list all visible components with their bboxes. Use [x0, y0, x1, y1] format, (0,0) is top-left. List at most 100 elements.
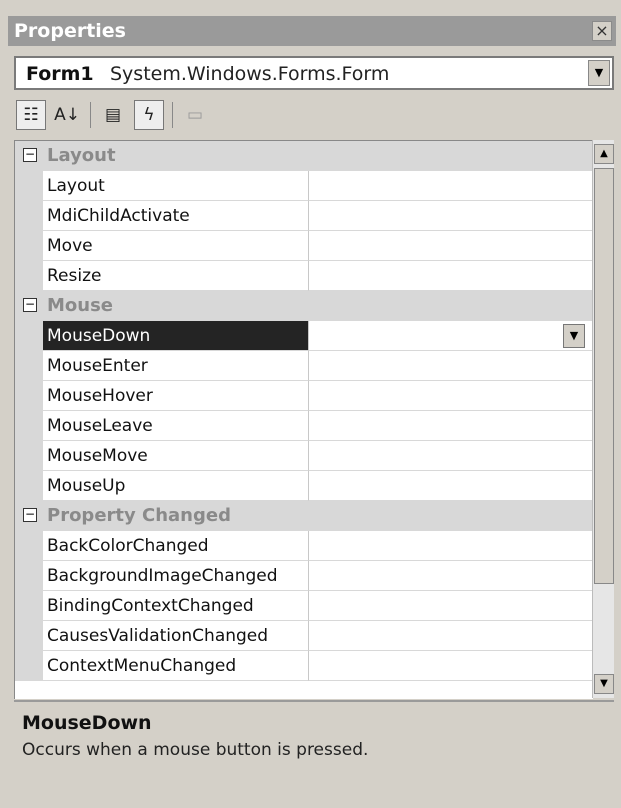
description-text: Occurs when a mouse button is pressed.	[22, 740, 369, 760]
event-row[interactable]: Resize	[15, 261, 593, 291]
object-selector[interactable]: Form1 System.Windows.Forms.Form ▼	[14, 56, 614, 90]
collapse-icon[interactable]: −	[23, 148, 37, 162]
event-name: BackgroundImageChanged	[47, 566, 278, 586]
event-name-cell[interactable]: Resize	[43, 261, 309, 291]
description-pane: MouseDown Occurs when a mouse button is …	[14, 700, 614, 802]
event-name-cell[interactable]: MouseLeave	[43, 411, 309, 441]
scroll-down-icon[interactable]: ▼	[594, 674, 614, 694]
event-name-cell[interactable]: MouseMove	[43, 441, 309, 471]
alphabetical-button[interactable]: A↓	[52, 100, 82, 130]
row-gutter	[15, 531, 43, 561]
event-name: Resize	[47, 266, 102, 286]
event-handler-field[interactable]	[309, 261, 593, 291]
vertical-scrollbar[interactable]: ▲ ▼	[592, 140, 614, 698]
description-title: MouseDown	[22, 712, 152, 734]
event-row[interactable]: MouseHover	[15, 381, 593, 411]
close-icon[interactable]: ×	[592, 21, 612, 41]
row-gutter	[15, 231, 43, 261]
event-name-cell[interactable]: BindingContextChanged	[43, 591, 309, 621]
events-button[interactable]: ϟ	[134, 100, 164, 130]
event-handler-field[interactable]	[309, 411, 593, 441]
category-layout[interactable]: − Layout	[15, 141, 593, 171]
event-row[interactable]: BackColorChanged	[15, 531, 593, 561]
event-name: Layout	[47, 176, 105, 196]
event-name: CausesValidationChanged	[47, 626, 269, 646]
scroll-up-icon[interactable]: ▲	[594, 144, 614, 164]
event-name-cell[interactable]: MouseHover	[43, 381, 309, 411]
event-name: MouseUp	[47, 476, 126, 496]
event-row[interactable]: MouseMove	[15, 441, 593, 471]
event-name: MouseMove	[47, 446, 148, 466]
row-gutter	[15, 651, 43, 681]
event-handler-field[interactable]	[309, 561, 593, 591]
event-handler-field[interactable]	[309, 651, 593, 681]
event-handler-field[interactable]	[309, 591, 593, 621]
properties-button[interactable]: ▤	[98, 100, 128, 130]
event-name-cell[interactable]: ContextMenuChanged	[43, 651, 309, 681]
categorized-button[interactable]: ☷	[16, 100, 46, 130]
event-row[interactable]: BindingContextChanged	[15, 591, 593, 621]
event-row[interactable]: MouseEnter	[15, 351, 593, 381]
properties-window: Properties × Form1 System.Windows.Forms.…	[0, 0, 621, 808]
event-handler-field[interactable]	[309, 171, 593, 201]
event-name: MouseDown	[47, 326, 151, 346]
event-handler-field[interactable]	[309, 231, 593, 261]
category-property-changed[interactable]: − Property Changed	[15, 501, 593, 531]
event-name-cell[interactable]: MouseUp	[43, 471, 309, 501]
toolbar-separator	[90, 102, 91, 128]
toolbar-separator	[172, 102, 173, 128]
collapse-icon[interactable]: −	[23, 298, 37, 312]
category-label: Property Changed	[47, 505, 231, 526]
event-row[interactable]: MdiChildActivate	[15, 201, 593, 231]
row-gutter	[15, 381, 43, 411]
event-row[interactable]: Move	[15, 231, 593, 261]
event-name-cell[interactable]: MdiChildActivate	[43, 201, 309, 231]
event-handler-field[interactable]	[309, 351, 593, 381]
event-row[interactable]: BackgroundImageChanged	[15, 561, 593, 591]
event-row-selected[interactable]: MouseDown ▼	[15, 321, 593, 351]
row-gutter	[15, 411, 43, 441]
event-name-cell[interactable]: BackgroundImageChanged	[43, 561, 309, 591]
properties-icon: ▤	[104, 105, 122, 125]
event-name-cell[interactable]: CausesValidationChanged	[43, 621, 309, 651]
event-handler-field[interactable]	[309, 381, 593, 411]
event-name-cell[interactable]: MouseDown	[43, 321, 309, 351]
object-name: Form1	[26, 63, 94, 85]
event-row[interactable]: MouseLeave	[15, 411, 593, 441]
event-row[interactable]: MouseUp	[15, 471, 593, 501]
event-name-cell[interactable]: Move	[43, 231, 309, 261]
events-icon: ϟ	[143, 105, 155, 125]
event-name: MdiChildActivate	[47, 206, 190, 226]
toolbar: ☷ A↓ ▤ ϟ ▭	[14, 96, 614, 134]
category-mouse[interactable]: − Mouse	[15, 291, 593, 321]
event-name-cell[interactable]: Layout	[43, 171, 309, 201]
row-gutter	[15, 171, 43, 201]
event-handler-field[interactable]	[309, 621, 593, 651]
event-handler-field[interactable]	[309, 471, 593, 501]
categorized-icon: ☷	[23, 105, 39, 125]
title-bar[interactable]: Properties ×	[8, 16, 616, 46]
chevron-down-icon[interactable]: ▼	[588, 60, 610, 86]
chevron-down-icon[interactable]: ▼	[563, 324, 585, 348]
event-name-cell[interactable]: BackColorChanged	[43, 531, 309, 561]
event-row[interactable]: CausesValidationChanged	[15, 621, 593, 651]
event-handler-field[interactable]	[309, 201, 593, 231]
property-grid: − Layout Layout MdiChildActivate Move Re…	[14, 140, 593, 699]
event-row[interactable]: Layout	[15, 171, 593, 201]
scrollbar-thumb[interactable]	[594, 168, 614, 584]
event-handler-field[interactable]	[309, 531, 593, 561]
row-gutter	[15, 471, 43, 501]
property-pages-button[interactable]: ▭	[180, 100, 210, 130]
collapse-icon[interactable]: −	[23, 508, 37, 522]
object-type: System.Windows.Forms.Form	[110, 63, 390, 85]
row-gutter	[15, 621, 43, 651]
row-gutter	[15, 201, 43, 231]
event-handler-field[interactable]	[309, 441, 593, 471]
event-row[interactable]: ContextMenuChanged	[15, 651, 593, 681]
row-gutter	[15, 561, 43, 591]
event-name-cell[interactable]: MouseEnter	[43, 351, 309, 381]
event-name: BackColorChanged	[47, 536, 209, 556]
row-gutter	[15, 261, 43, 291]
event-handler-field[interactable]: ▼	[309, 321, 593, 351]
window-title: Properties	[14, 20, 126, 42]
